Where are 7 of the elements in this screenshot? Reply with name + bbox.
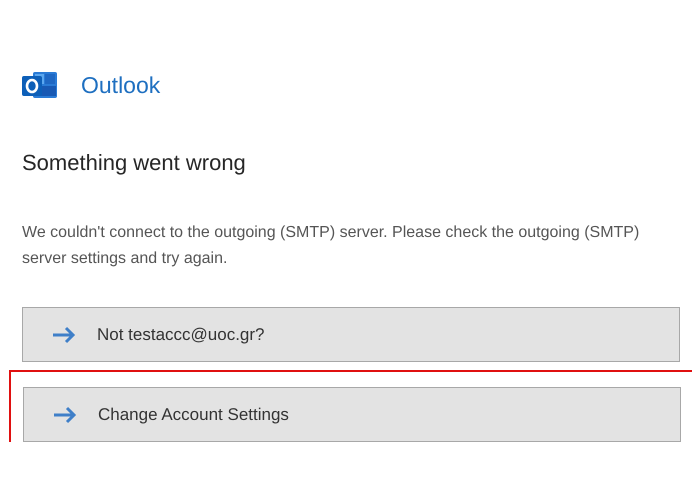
arrow-right-icon bbox=[52, 406, 78, 424]
action-button[interactable]: Not testaccc@uoc.gr? bbox=[22, 307, 680, 362]
error-message: We couldn't connect to the outgoing (SMTP) server. Please check the outgoing (SMTP) server settings and try again. bbox=[22, 223, 640, 269]
app-name: Outlook bbox=[81, 72, 160, 98]
arrow-right-icon bbox=[51, 326, 77, 344]
error-heading: Something went wrong bbox=[22, 150, 247, 176]
action-button[interactable]: Change Account Settings bbox=[23, 387, 681, 442]
